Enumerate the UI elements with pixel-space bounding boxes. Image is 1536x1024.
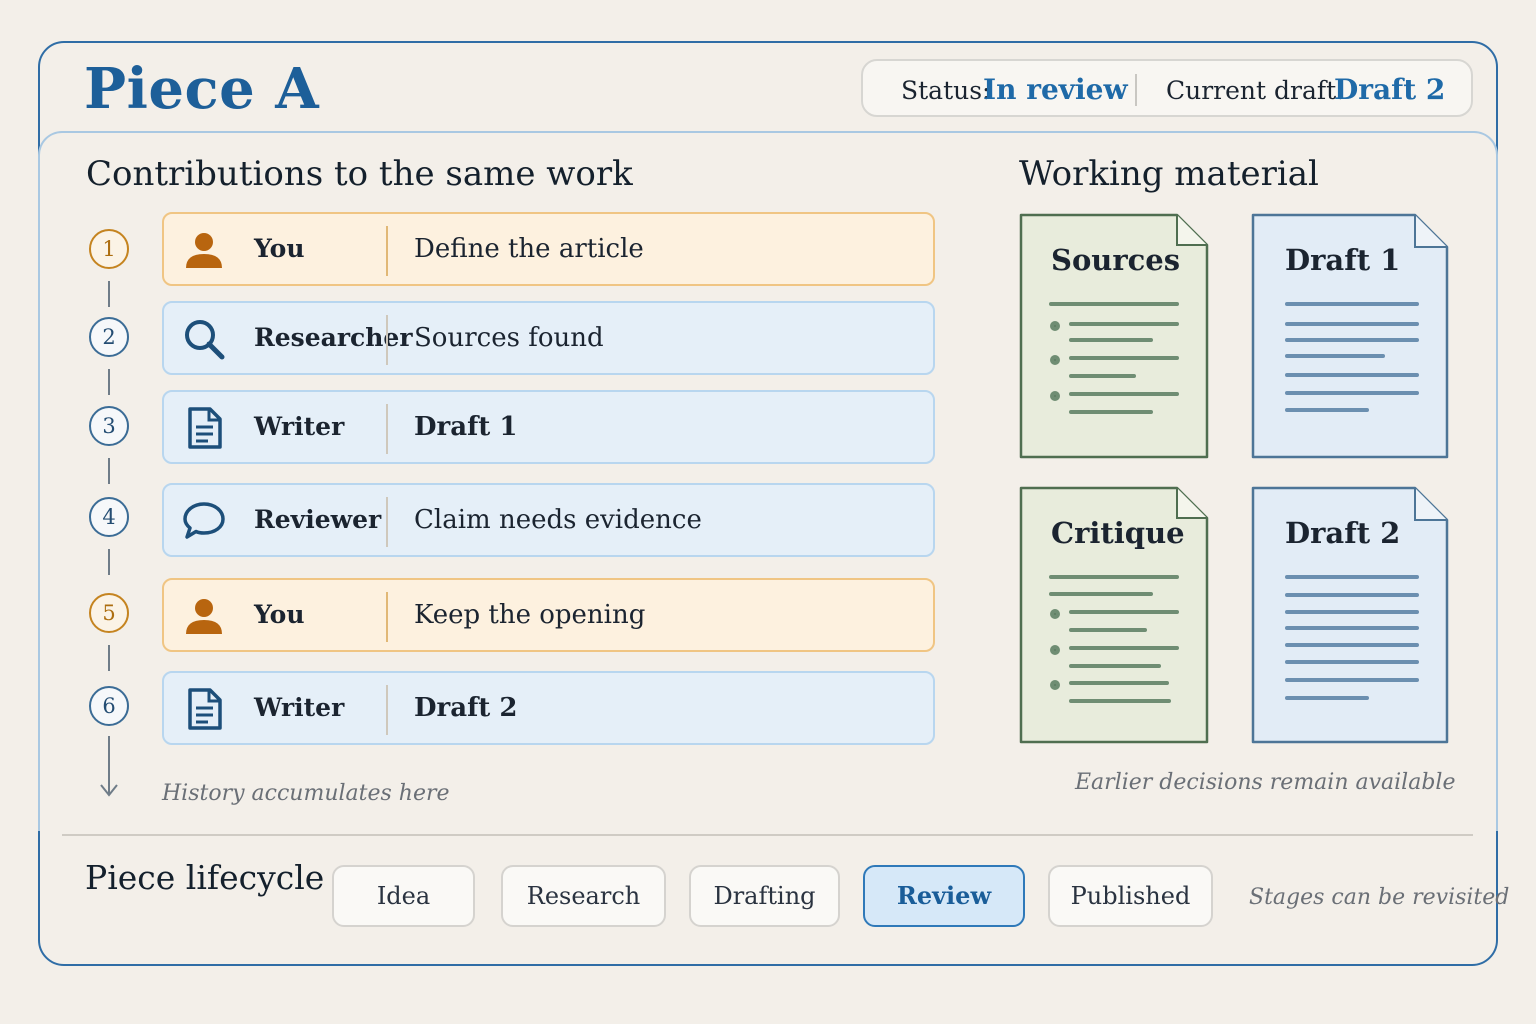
- status-bar: Status: In review Current draft: Draft 2: [861, 59, 1473, 117]
- row-divider: [386, 685, 388, 735]
- document-icon: [188, 688, 222, 730]
- doc-sources[interactable]: Sources: [1019, 213, 1209, 459]
- step-5-marker: 5: [89, 593, 129, 633]
- contribution-text: Sources found: [414, 323, 604, 353]
- doc-draft-2[interactable]: Draft 2: [1251, 486, 1449, 744]
- stage-idea-button[interactable]: Idea: [332, 865, 475, 927]
- row-divider: [386, 226, 388, 276]
- row-divider: [386, 315, 388, 365]
- contribution-role: Reviewer: [254, 505, 382, 534]
- page-title: Piece A: [84, 56, 320, 122]
- row-divider: [386, 497, 388, 547]
- timeline-connector: [108, 281, 110, 307]
- timeline-connector: [108, 549, 110, 575]
- row-divider: [386, 404, 388, 454]
- contribution-text: Draft 2: [414, 693, 518, 723]
- document-icon: [188, 407, 222, 449]
- contribution-row-6[interactable]: Writer Draft 2: [162, 671, 935, 745]
- stage-drafting-button[interactable]: Drafting: [689, 865, 840, 927]
- doc-title: Sources: [1051, 243, 1181, 277]
- step-6-marker: 6: [89, 686, 129, 726]
- step-4-marker: 4: [89, 497, 129, 537]
- status-value: In review: [983, 73, 1128, 106]
- row-divider: [386, 592, 388, 642]
- step-1-marker: 1: [89, 229, 129, 269]
- contribution-text: Draft 1: [414, 412, 518, 442]
- timeline-connector: [108, 458, 110, 484]
- stage-published-button[interactable]: Published: [1048, 865, 1213, 927]
- comment-icon: [183, 502, 225, 539]
- contributions-heading: Contributions to the same work: [86, 154, 633, 194]
- contribution-role: Writer: [254, 412, 345, 441]
- doc-draft-1[interactable]: Draft 1: [1251, 213, 1449, 459]
- contribution-role: Writer: [254, 693, 345, 722]
- contribution-row-1[interactable]: You Define the article: [162, 212, 935, 286]
- step-2-marker: 2: [89, 317, 129, 357]
- doc-title: Draft 1: [1285, 243, 1401, 277]
- contribution-role: You: [254, 600, 305, 629]
- contribution-row-2[interactable]: Researcher Sources found: [162, 301, 935, 375]
- stage-research-button[interactable]: Research: [501, 865, 666, 927]
- working-material-heading: Working material: [1019, 154, 1319, 194]
- doc-title: Draft 2: [1285, 516, 1401, 550]
- timeline-connector: [108, 369, 110, 395]
- doc-critique[interactable]: Critique: [1019, 486, 1209, 744]
- current-draft-label: Current draft:: [1166, 76, 1345, 105]
- stage-review-button[interactable]: Review: [863, 865, 1025, 927]
- current-draft-value[interactable]: Draft 2: [1334, 73, 1445, 106]
- status-label: Status:: [901, 76, 991, 105]
- search-icon: [185, 320, 225, 360]
- contribution-text: Claim needs evidence: [414, 505, 702, 535]
- contribution-text: Keep the opening: [414, 600, 646, 630]
- person-icon: [186, 233, 222, 268]
- doc-title: Critique: [1051, 516, 1185, 550]
- timeline-arrow-icon: [100, 736, 118, 797]
- contribution-row-4[interactable]: Reviewer Claim needs evidence: [162, 483, 935, 557]
- step-3-marker: 3: [89, 406, 129, 446]
- status-separator: [1135, 74, 1137, 106]
- person-icon: [186, 599, 222, 634]
- lifecycle-note: Stages can be revisited: [1249, 885, 1510, 910]
- history-note: History accumulates here: [162, 781, 450, 806]
- contribution-row-3[interactable]: Writer Draft 1: [162, 390, 935, 464]
- material-note: Earlier decisions remain available: [1075, 770, 1456, 795]
- lifecycle-heading: Piece lifecycle: [85, 858, 325, 897]
- contribution-role: Researcher: [254, 323, 413, 352]
- contribution-text: Define the article: [414, 234, 644, 264]
- contribution-row-5[interactable]: You Keep the opening: [162, 578, 935, 652]
- section-divider: [62, 834, 1473, 836]
- contribution-role: You: [254, 234, 305, 263]
- timeline-connector: [108, 645, 110, 671]
